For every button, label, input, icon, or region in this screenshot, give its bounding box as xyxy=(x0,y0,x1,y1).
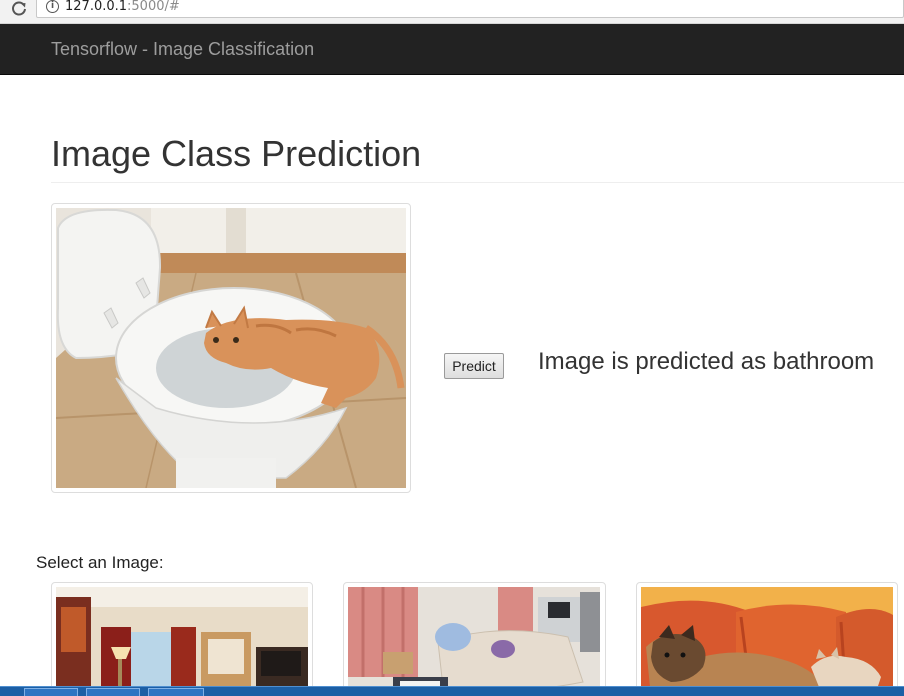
navbar-brand[interactable]: Tensorflow - Image Classification xyxy=(51,39,314,60)
url-text: 127.0.0.1:5000/# xyxy=(65,0,180,14)
cat-on-toilet-image xyxy=(56,208,406,488)
url-bar[interactable]: i 127.0.0.1:5000/# xyxy=(36,0,904,18)
taskbar-chrome[interactable] xyxy=(86,688,140,696)
reload-icon[interactable] xyxy=(10,0,28,18)
dog-and-cat-image xyxy=(641,587,893,696)
hotel-room-image xyxy=(56,587,308,696)
gallery-image-hotel-room[interactable] xyxy=(51,582,313,696)
title-divider xyxy=(51,182,904,183)
navbar: Tensorflow - Image Classification xyxy=(0,24,904,75)
select-image-label: Select an Image: xyxy=(36,553,164,572)
living-room-image xyxy=(348,587,600,696)
page-title: Image Class Prediction xyxy=(51,133,422,174)
info-icon[interactable]: i xyxy=(46,0,59,13)
selected-image xyxy=(51,203,411,493)
os-taskbar xyxy=(0,686,904,696)
taskbar-app[interactable] xyxy=(148,688,204,696)
taskbar-file-explorer[interactable] xyxy=(24,688,78,696)
predict-button[interactable]: Predict xyxy=(444,353,504,379)
gallery-image-dog-and-cat[interactable] xyxy=(636,582,898,696)
prediction-result: Image is predicted as bathroom xyxy=(538,348,875,375)
gallery-image-living-room[interactable] xyxy=(343,582,606,696)
browser-address-bar: i 127.0.0.1:5000/# xyxy=(0,0,904,24)
